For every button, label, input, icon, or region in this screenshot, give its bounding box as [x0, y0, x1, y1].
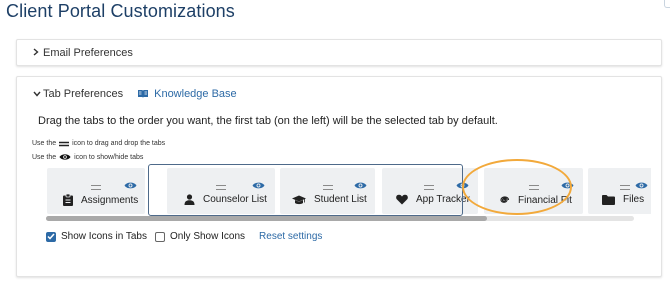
eye-icon[interactable] — [354, 181, 367, 190]
only-icons-checkbox[interactable] — [154, 231, 165, 242]
drag-hint: Use the icon to drag and drop the tabs — [32, 140, 165, 147]
tab-label-text: Files — [623, 194, 645, 205]
tab-label-student-list: Student List — [292, 194, 367, 205]
tab-label-assignments: Assignments — [63, 194, 138, 206]
book-icon — [138, 90, 149, 98]
eye-hint-prefix: Use the — [32, 153, 57, 161]
email-preferences-header[interactable]: Email Preferences — [33, 47, 133, 59]
person-icon — [184, 194, 195, 205]
tab-preferences-header[interactable]: Tab Preferences Knowledge Base — [33, 88, 237, 100]
eye-hint-suffix: icon to show/hide tabs — [74, 153, 144, 161]
drag-hint-suffix: icon to drag and drop the tabs — [72, 140, 166, 147]
tab-card-files[interactable]: Files — [588, 168, 651, 214]
page-title: Client Portal Customizations — [6, 1, 235, 21]
email-preferences-panel: Email Preferences — [16, 39, 662, 66]
knowledge-base-label: Knowledge Base — [154, 88, 237, 100]
email-preferences-label: Email Preferences — [43, 47, 133, 59]
top-right-stub — [664, 0, 670, 8]
graduation-cap-icon — [292, 195, 306, 204]
drag-handle-icon[interactable] — [91, 185, 101, 190]
tab-options: Show Icons in Tabs Only Show Icons Reset… — [46, 231, 322, 242]
scrollbar-thumb[interactable] — [46, 216, 487, 221]
tab-card-financial-fit[interactable]: Financial Fit — [484, 168, 583, 214]
show-icons-checkbox[interactable] — [46, 231, 56, 242]
clipboard-icon — [63, 194, 73, 206]
tab-instruction: Drag the tabs to the order you want, the… — [38, 115, 498, 127]
tab-preferences-label: Tab Preferences — [43, 88, 124, 100]
chevron-right-icon — [33, 48, 43, 58]
tab-strip: Assignments Counselor List Student List — [47, 168, 651, 214]
reset-settings-link[interactable]: Reset settings — [259, 231, 322, 242]
eye-icon[interactable] — [561, 181, 574, 190]
tab-label-text: Counselor List — [203, 194, 267, 205]
eye-icon[interactable] — [252, 181, 265, 190]
eye-icon[interactable] — [456, 181, 469, 190]
tab-label-text: App Tracker — [416, 194, 470, 205]
knowledge-base-link[interactable]: Knowledge Base — [137, 88, 237, 100]
tab-label-text: Student List — [314, 194, 367, 205]
chevron-down-icon — [33, 89, 43, 99]
spiral-icon — [500, 196, 510, 203]
tab-label-files: Files — [602, 194, 644, 205]
drag-handle-icon[interactable] — [529, 185, 539, 190]
drag-handle-icon[interactable] — [620, 185, 630, 190]
heart-icon — [396, 194, 408, 205]
tab-card-app-tracker[interactable]: App Tracker — [382, 168, 478, 214]
folder-icon — [602, 194, 615, 205]
drag-handle-icon[interactable] — [323, 185, 333, 190]
only-icons-option[interactable]: Only Show Icons — [154, 231, 246, 242]
tab-card-student-list[interactable]: Student List — [280, 168, 375, 214]
tab-card-counselor-list[interactable]: Counselor List — [167, 168, 275, 214]
tab-label-app-tracker: App Tracker — [396, 194, 470, 205]
eye-icon — [59, 153, 71, 161]
show-icons-option[interactable]: Show Icons in Tabs — [46, 231, 147, 242]
drag-handle-icon[interactable] — [424, 185, 434, 190]
drag-hint-prefix: Use the — [32, 140, 57, 147]
tab-label-financial-fit: Financial Fit — [498, 194, 572, 206]
tab-strip-scrollbar[interactable] — [46, 216, 634, 221]
tab-label-text: Assignments — [81, 194, 139, 206]
tab-card-assignments[interactable]: Assignments — [47, 168, 145, 214]
eye-icon[interactable] — [635, 181, 648, 190]
tab-label-text: Financial Fit — [518, 194, 572, 206]
drag-handle-icon[interactable] — [216, 185, 226, 190]
only-icons-label: Only Show Icons — [169, 231, 246, 242]
show-icons-label: Show Icons in Tabs — [61, 231, 147, 242]
drag-handle-icon — [59, 141, 70, 147]
tab-preferences-panel: Tab Preferences Knowledge Base Drag the … — [16, 76, 662, 277]
eye-hint: Use the icon to show/hide tabs — [32, 153, 143, 161]
checkmark-icon — [47, 233, 55, 240]
tab-label-counselor-list: Counselor List — [184, 194, 267, 205]
eye-icon[interactable] — [124, 181, 137, 190]
